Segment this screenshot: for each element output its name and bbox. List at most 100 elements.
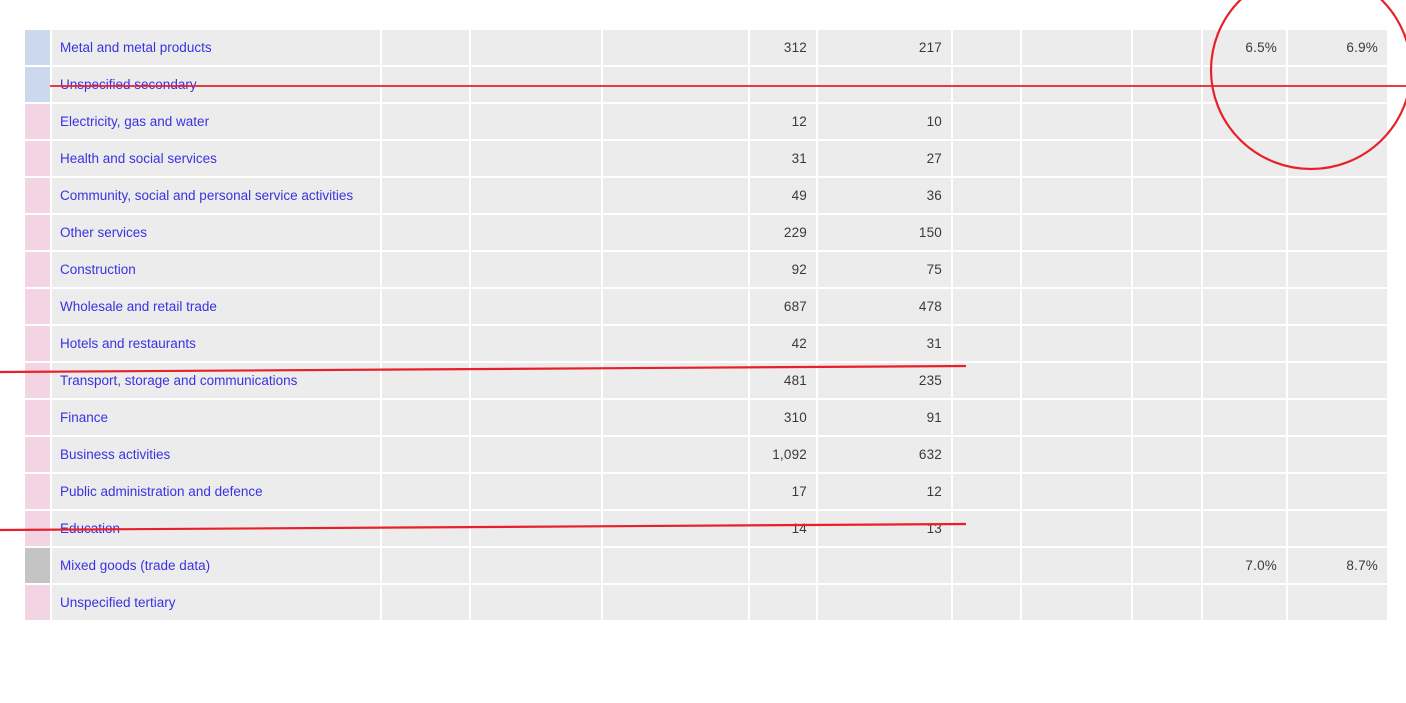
percent-cell-1[interactable] [1203,215,1288,252]
percent-cell-1[interactable] [1203,437,1288,474]
empty-cell-a[interactable] [382,141,471,178]
percent-cell-2[interactable] [1288,400,1389,437]
empty-cell-g[interactable] [1022,326,1133,363]
sector-label-cell[interactable]: Electricity, gas and water [52,104,382,141]
sector-label-cell[interactable]: Education [52,511,382,548]
value-cell-1[interactable] [750,585,818,622]
empty-cell-h[interactable] [1133,511,1203,548]
value-cell-2[interactable]: 632 [818,437,953,474]
empty-cell-a[interactable] [382,252,471,289]
empty-cell-a[interactable] [382,30,471,67]
empty-cell-h[interactable] [1133,104,1203,141]
value-cell-2[interactable]: 13 [818,511,953,548]
sector-label-cell[interactable]: Mixed goods (trade data) [52,548,382,585]
empty-cell-f[interactable] [953,289,1022,326]
value-cell-1[interactable]: 687 [750,289,818,326]
percent-cell-2[interactable] [1288,474,1389,511]
sector-label-cell[interactable]: Health and social services [52,141,382,178]
empty-cell-h[interactable] [1133,215,1203,252]
empty-cell-c[interactable] [603,30,750,67]
empty-cell-h[interactable] [1133,178,1203,215]
value-cell-2[interactable]: 36 [818,178,953,215]
sector-label-cell[interactable]: Public administration and defence [52,474,382,511]
table-row[interactable]: Construction 92 75 [0,252,1406,289]
empty-cell-b[interactable] [471,141,603,178]
empty-cell-b[interactable] [471,474,603,511]
empty-cell-c[interactable] [603,326,750,363]
percent-cell-2[interactable] [1288,363,1389,400]
empty-cell-a[interactable] [382,474,471,511]
percent-cell-1[interactable] [1203,511,1288,548]
percent-cell-2[interactable] [1288,585,1389,622]
empty-cell-a[interactable] [382,104,471,141]
sector-label-cell[interactable]: Metal and metal products [52,30,382,67]
percent-cell-1[interactable] [1203,104,1288,141]
percent-cell-1[interactable]: 6.5% [1203,30,1288,67]
empty-cell-c[interactable] [603,178,750,215]
value-cell-2[interactable]: 12 [818,474,953,511]
value-cell-1[interactable]: 312 [750,30,818,67]
value-cell-1[interactable]: 481 [750,363,818,400]
empty-cell-g[interactable] [1022,474,1133,511]
table-row[interactable]: Mixed goods (trade data) 7.0% 8.7% [0,548,1406,585]
percent-cell-2[interactable] [1288,511,1389,548]
sector-label-cell[interactable]: Unspecified tertiary [52,585,382,622]
sector-label-cell[interactable]: Construction [52,252,382,289]
empty-cell-g[interactable] [1022,511,1133,548]
empty-cell-f[interactable] [953,400,1022,437]
empty-cell-b[interactable] [471,215,603,252]
empty-cell-a[interactable] [382,437,471,474]
table-row[interactable]: Hotels and restaurants 42 31 [0,326,1406,363]
empty-cell-g[interactable] [1022,548,1133,585]
empty-cell-b[interactable] [471,178,603,215]
empty-cell-g[interactable] [1022,252,1133,289]
empty-cell-g[interactable] [1022,400,1133,437]
empty-cell-h[interactable] [1133,400,1203,437]
empty-cell-a[interactable] [382,548,471,585]
percent-cell-1[interactable] [1203,400,1288,437]
empty-cell-a[interactable] [382,289,471,326]
percent-cell-2[interactable] [1288,437,1389,474]
percent-cell-1[interactable] [1203,141,1288,178]
empty-cell-f[interactable] [953,30,1022,67]
empty-cell-a[interactable] [382,511,471,548]
empty-cell-a[interactable] [382,326,471,363]
value-cell-2[interactable] [818,67,953,104]
percent-cell-1[interactable] [1203,326,1288,363]
empty-cell-b[interactable] [471,289,603,326]
empty-cell-f[interactable] [953,548,1022,585]
empty-cell-c[interactable] [603,252,750,289]
empty-cell-c[interactable] [603,585,750,622]
percent-cell-2[interactable]: 8.7% [1288,548,1389,585]
percent-cell-1[interactable]: 7.0% [1203,548,1288,585]
empty-cell-h[interactable] [1133,289,1203,326]
sector-label-cell[interactable]: Community, social and personal service a… [52,178,382,215]
value-cell-1[interactable] [750,548,818,585]
empty-cell-h[interactable] [1133,326,1203,363]
sector-label-cell[interactable]: Business activities [52,437,382,474]
value-cell-2[interactable] [818,548,953,585]
empty-cell-f[interactable] [953,141,1022,178]
percent-cell-2[interactable] [1288,252,1389,289]
table-row[interactable]: Education 14 13 [0,511,1406,548]
empty-cell-f[interactable] [953,326,1022,363]
empty-cell-h[interactable] [1133,548,1203,585]
table-row[interactable]: Other services 229 150 [0,215,1406,252]
empty-cell-b[interactable] [471,548,603,585]
empty-cell-a[interactable] [382,67,471,104]
table-row[interactable]: Metal and metal products 312 217 6.5% 6.9% [0,30,1406,67]
empty-cell-h[interactable] [1133,67,1203,104]
empty-cell-c[interactable] [603,289,750,326]
value-cell-2[interactable] [818,585,953,622]
value-cell-2[interactable]: 31 [818,326,953,363]
empty-cell-g[interactable] [1022,178,1133,215]
empty-cell-h[interactable] [1133,30,1203,67]
value-cell-1[interactable]: 229 [750,215,818,252]
empty-cell-h[interactable] [1133,585,1203,622]
empty-cell-g[interactable] [1022,437,1133,474]
empty-cell-a[interactable] [382,400,471,437]
sector-label-cell[interactable]: Wholesale and retail trade [52,289,382,326]
percent-cell-1[interactable] [1203,363,1288,400]
value-cell-2[interactable]: 235 [818,363,953,400]
percent-cell-2[interactable]: 6.9% [1288,30,1389,67]
